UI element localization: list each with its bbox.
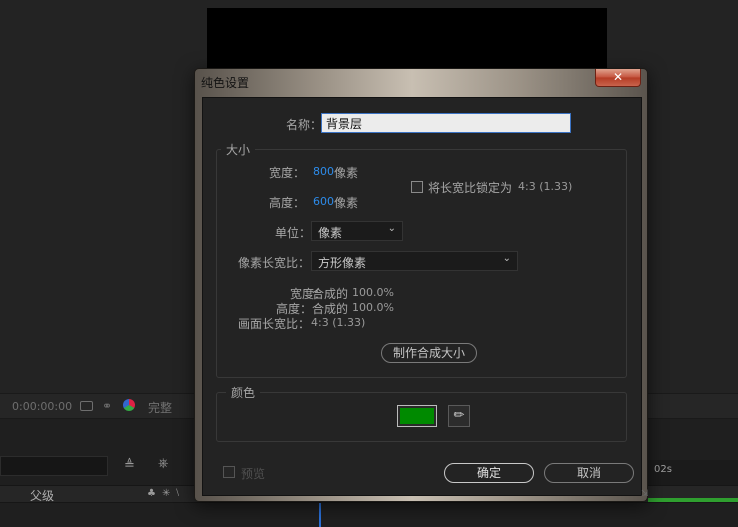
height-unit: 像素 bbox=[334, 196, 359, 210]
composition-flowchart-icon[interactable]: ≜ bbox=[124, 458, 135, 473]
width-label: 宽度： bbox=[269, 166, 306, 180]
color-swatch[interactable] bbox=[397, 405, 437, 427]
pixel-aspect-dropdown-value: 方形像素 bbox=[318, 256, 367, 270]
collapse-switch-icon[interactable]: ✳ bbox=[162, 488, 170, 499]
quality-switch-icon[interactable]: ⧵ bbox=[176, 488, 179, 499]
chevron-down-icon: ⌄ bbox=[502, 253, 511, 264]
chevron-down-icon: ⌄ bbox=[387, 223, 396, 234]
frame-aspect-label: 画面长宽比： bbox=[238, 317, 311, 331]
width-unit: 像素 bbox=[334, 166, 359, 180]
preview-checkbox[interactable] bbox=[223, 466, 235, 478]
work-area-bar[interactable] bbox=[648, 498, 738, 502]
lock-aspect-ratio: 4:3 (1.33) bbox=[518, 180, 573, 193]
preview-label: 预览 bbox=[241, 467, 266, 481]
ok-button[interactable]: 确定 bbox=[444, 463, 534, 483]
info-height-value: 100.0% bbox=[352, 301, 394, 314]
height-value[interactable]: 600 bbox=[313, 195, 334, 208]
current-time-indicator[interactable] bbox=[319, 503, 321, 527]
camera-snapshot-icon[interactable] bbox=[80, 401, 93, 411]
dialog-title: 纯色设置 bbox=[201, 76, 250, 90]
make-comp-size-button[interactable]: 制作合成大小 bbox=[381, 343, 477, 363]
color-swatch-fill bbox=[400, 408, 434, 424]
dialog-body: 名称： 大小 宽度： 800 像素 高度： 600 像素 将长宽比锁定为 4:3… bbox=[202, 97, 649, 499]
timecode-display[interactable]: 0:00:00:00 bbox=[12, 400, 72, 413]
timeline-search-input[interactable] bbox=[0, 456, 108, 476]
resize-grip-icon[interactable]: ⇲ bbox=[641, 489, 649, 499]
show-snapshot-icon[interactable]: ⚭ bbox=[102, 399, 112, 413]
lock-aspect-checkbox[interactable] bbox=[411, 181, 423, 193]
solid-settings-dialog: 纯色设置 ✕ 名称： 大小 宽度： 800 像素 高度： 600 像素 将长宽比… bbox=[194, 68, 649, 502]
parent-column-header: 父级 bbox=[30, 489, 55, 503]
name-input[interactable] bbox=[321, 113, 571, 133]
lock-aspect-label: 将长宽比锁定为 bbox=[428, 181, 513, 195]
width-value[interactable]: 800 bbox=[313, 165, 334, 178]
name-label: 名称： bbox=[286, 118, 323, 132]
height-label: 高度： bbox=[269, 196, 306, 210]
pixel-aspect-dropdown[interactable]: 方形像素 ⌄ bbox=[311, 251, 518, 271]
info-width-value: 100.0% bbox=[352, 286, 394, 299]
info-height-text: 合成的 bbox=[312, 302, 349, 316]
resolution-dropdown[interactable]: 完整 bbox=[148, 399, 172, 416]
cancel-button[interactable]: 取消 bbox=[544, 463, 634, 483]
units-label: 单位： bbox=[275, 226, 312, 240]
shy-switch-icon[interactable]: ♣ bbox=[147, 488, 156, 499]
close-button[interactable]: ✕ bbox=[595, 69, 641, 87]
units-dropdown-value: 像素 bbox=[318, 226, 343, 240]
units-dropdown[interactable]: 像素 ⌄ bbox=[311, 221, 403, 241]
size-group-title: 大小 bbox=[221, 141, 256, 158]
color-group-title: 颜色 bbox=[226, 384, 261, 401]
ruler-time-label: 02s bbox=[654, 464, 672, 475]
channel-color-icon[interactable] bbox=[123, 399, 135, 411]
pixel-aspect-label: 像素长宽比： bbox=[238, 256, 311, 270]
eyedropper-icon[interactable]: ✏ bbox=[448, 405, 470, 427]
frame-aspect-value: 4:3 (1.33) bbox=[311, 316, 366, 329]
draft-3d-icon[interactable]: ⎈ bbox=[158, 456, 168, 471]
